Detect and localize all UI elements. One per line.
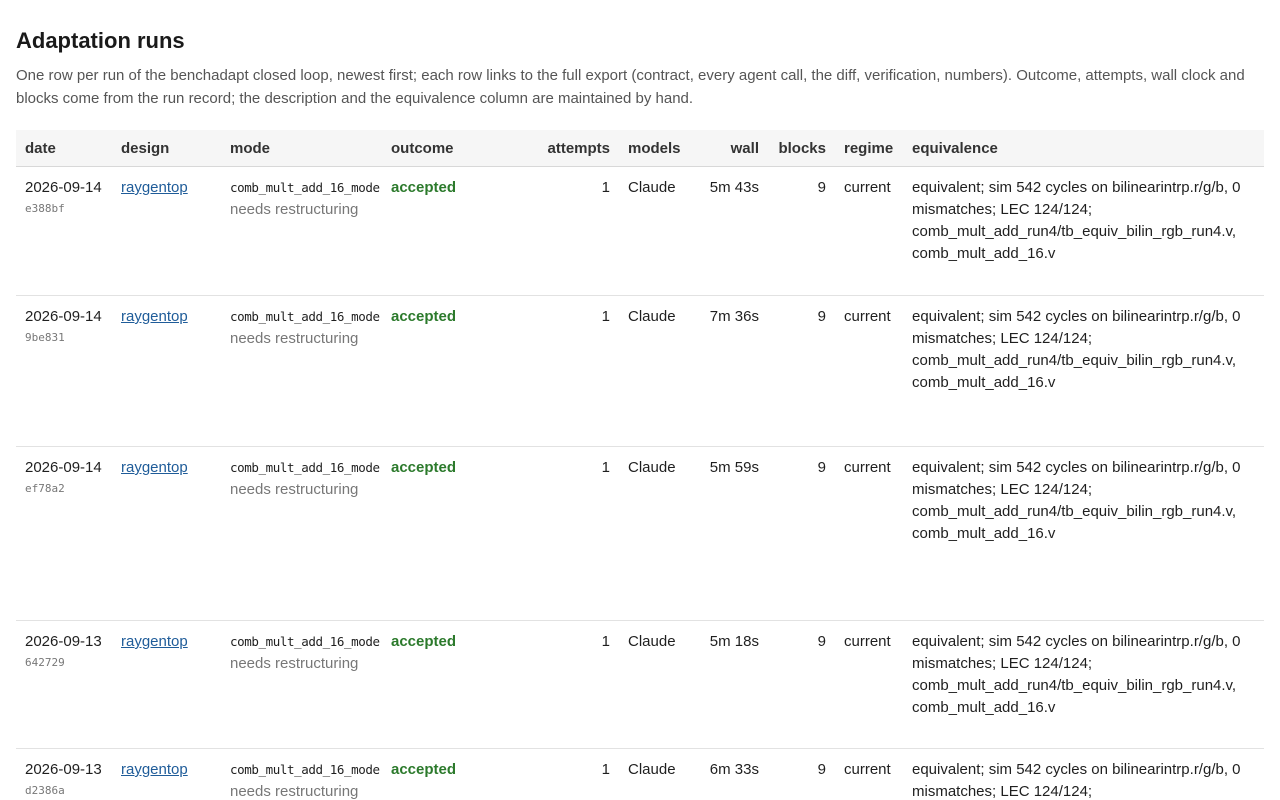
cell-models: Claude [619, 295, 691, 447]
column-header-wall: wall [691, 130, 768, 167]
cell-equivalence: equivalent; sim 542 cycles on bilinearin… [903, 295, 1264, 447]
mode-note: needs restructuring [230, 481, 359, 498]
run-hash: 642729 [25, 656, 65, 669]
cell-mode: comb_mult_add_16_mode needs restructurin… [221, 295, 382, 447]
cell-mode: comb_mult_add_16_mode needs restructurin… [221, 166, 382, 296]
cell-design: raygentop [112, 166, 221, 296]
run-hash: 9be831 [25, 331, 65, 344]
cell-outcome: accepted [382, 620, 513, 749]
column-header-outcome: outcome [382, 130, 513, 167]
cell-regime: current [835, 446, 903, 621]
cell-attempts: 1 [513, 748, 619, 800]
design-link[interactable]: raygentop [121, 633, 188, 650]
cell-date: 2026-09-13 642729 [16, 620, 112, 749]
cell-outcome: accepted [382, 295, 513, 447]
cell-regime: current [835, 295, 903, 447]
mode-name: comb_mult_add_16_mode [230, 180, 380, 195]
run-hash: ef78a2 [25, 482, 65, 495]
column-header-date: date [16, 130, 112, 167]
cell-date: 2026-09-14 e388bf [16, 166, 112, 296]
cell-date: 2026-09-14 9be831 [16, 295, 112, 447]
cell-blocks: 9 [768, 295, 835, 447]
cell-equivalence: equivalent; sim 542 cycles on bilinearin… [903, 166, 1264, 296]
mode-name: comb_mult_add_16_mode [230, 309, 380, 324]
mode-note: needs restructuring [230, 783, 359, 800]
table-row[interactable]: 2026-09-14 e388bf raygentop comb_mult_ad… [16, 166, 1264, 296]
page: Adaptation runs One row per run of the b… [0, 0, 1280, 800]
cell-date: 2026-09-14 ef78a2 [16, 446, 112, 621]
cell-design: raygentop [112, 446, 221, 621]
design-link[interactable]: raygentop [121, 308, 188, 325]
cell-design: raygentop [112, 295, 221, 447]
cell-design: raygentop [112, 620, 221, 749]
column-header-design: design [112, 130, 221, 167]
cell-attempts: 1 [513, 295, 619, 447]
cell-blocks: 9 [768, 166, 835, 296]
cell-date: 2026-09-13 d2386a [16, 748, 112, 800]
cell-wall: 6m 33s [691, 748, 768, 800]
run-date: 2026-09-14 [25, 308, 102, 325]
run-hash: d2386a [25, 784, 65, 797]
cell-blocks: 9 [768, 446, 835, 621]
cell-models: Claude [619, 166, 691, 296]
mode-name: comb_mult_add_16_mode [230, 634, 380, 649]
table-row[interactable]: 2026-09-14 ef78a2 raygentop comb_mult_ad… [16, 446, 1264, 621]
column-header-regime: regime [835, 130, 903, 167]
cell-attempts: 1 [513, 166, 619, 296]
cell-blocks: 9 [768, 620, 835, 749]
design-link[interactable]: raygentop [121, 761, 188, 778]
table-row[interactable]: 2026-09-13 d2386a raygentop comb_mult_ad… [16, 748, 1264, 800]
cell-outcome: accepted [382, 166, 513, 296]
column-header-models: models [619, 130, 691, 167]
table-row[interactable]: 2026-09-14 9be831 raygentop comb_mult_ad… [16, 295, 1264, 447]
cell-wall: 5m 59s [691, 446, 768, 621]
cell-outcome: accepted [382, 446, 513, 621]
mode-name: comb_mult_add_16_mode [230, 460, 380, 475]
cell-design: raygentop [112, 748, 221, 800]
cell-regime: current [835, 166, 903, 296]
cell-wall: 5m 43s [691, 166, 768, 296]
cell-attempts: 1 [513, 620, 619, 749]
cell-regime: current [835, 620, 903, 749]
mode-note: needs restructuring [230, 330, 359, 347]
cell-equivalence: equivalent; sim 542 cycles on bilinearin… [903, 446, 1264, 621]
mode-note: needs restructuring [230, 201, 359, 218]
column-header-attempts: attempts [513, 130, 619, 167]
runs-table: date design mode outcome attempts models… [16, 130, 1264, 800]
run-hash: e388bf [25, 202, 65, 215]
table-header: date design mode outcome attempts models… [16, 130, 1264, 167]
cell-attempts: 1 [513, 446, 619, 621]
column-header-equivalence: equivalence [903, 130, 1264, 167]
cell-wall: 7m 36s [691, 295, 768, 447]
cell-mode: comb_mult_add_16_mode needs restructurin… [221, 748, 382, 800]
column-header-blocks: blocks [768, 130, 835, 167]
cell-regime: current [835, 748, 903, 800]
header-row: date design mode outcome attempts models… [16, 130, 1264, 167]
cell-mode: comb_mult_add_16_mode needs restructurin… [221, 446, 382, 621]
cell-models: Claude [619, 620, 691, 749]
run-date: 2026-09-14 [25, 459, 102, 476]
run-date: 2026-09-14 [25, 179, 102, 196]
table-row[interactable]: 2026-09-13 642729 raygentop comb_mult_ad… [16, 620, 1264, 749]
page-title: Adaptation runs [16, 28, 185, 53]
design-link[interactable]: raygentop [121, 179, 188, 196]
cell-models: Claude [619, 748, 691, 800]
cell-models: Claude [619, 446, 691, 621]
run-date: 2026-09-13 [25, 761, 102, 778]
design-link[interactable]: raygentop [121, 459, 188, 476]
cell-outcome: accepted [382, 748, 513, 800]
cell-blocks: 9 [768, 748, 835, 800]
mode-name: comb_mult_add_16_mode [230, 762, 380, 777]
column-header-mode: mode [221, 130, 382, 167]
cell-equivalence: equivalent; sim 542 cycles on bilinearin… [903, 748, 1264, 800]
mode-note: needs restructuring [230, 655, 359, 672]
page-description: One row per run of the benchadapt closed… [16, 67, 1245, 107]
cell-wall: 5m 18s [691, 620, 768, 749]
cell-equivalence: equivalent; sim 542 cycles on bilinearin… [903, 620, 1264, 749]
table-body: 2026-09-14 e388bf raygentop comb_mult_ad… [16, 166, 1264, 800]
run-date: 2026-09-13 [25, 633, 102, 650]
cell-mode: comb_mult_add_16_mode needs restructurin… [221, 620, 382, 749]
